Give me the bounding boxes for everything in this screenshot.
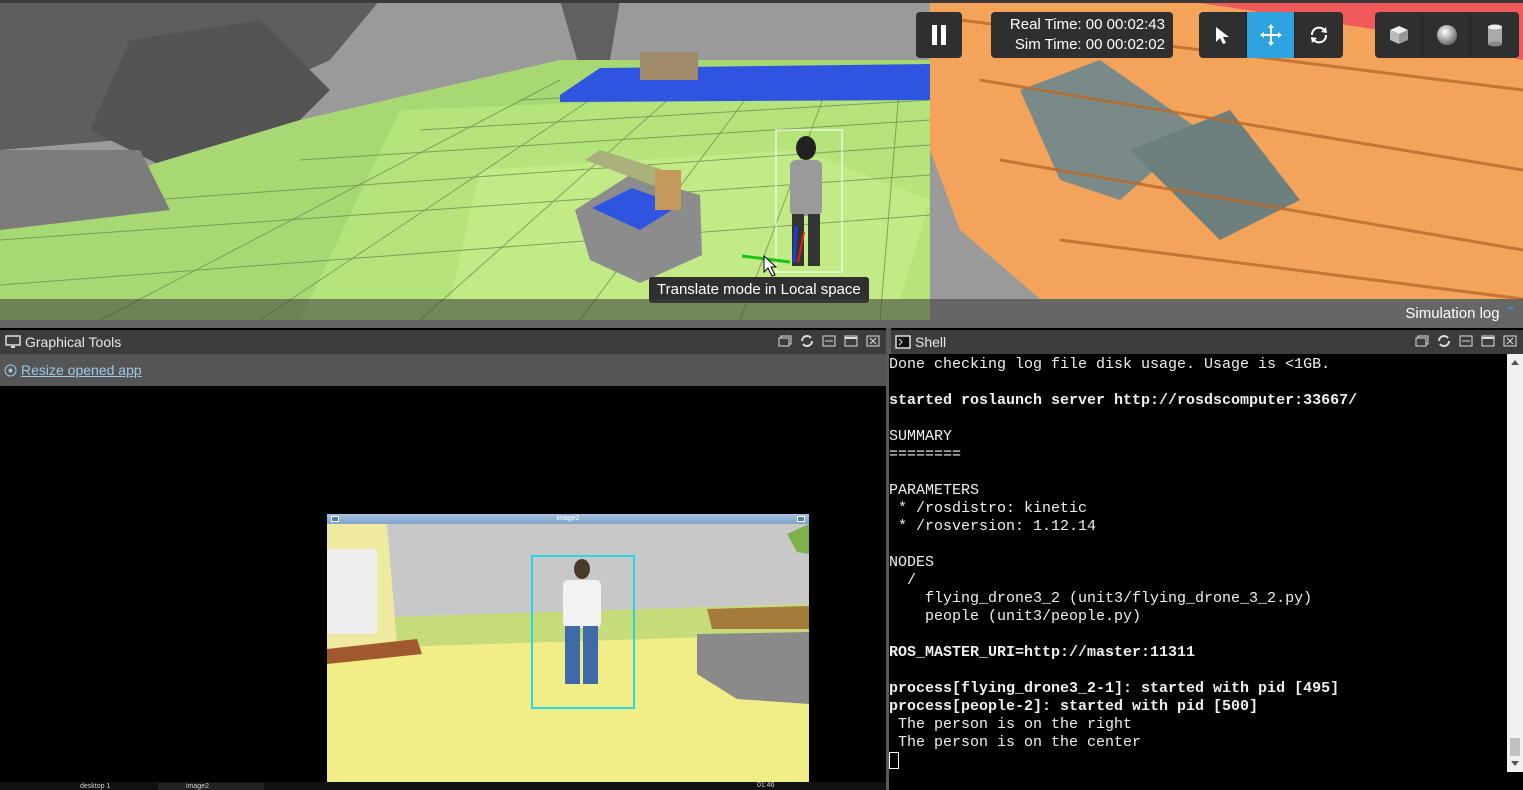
window-close-icon[interactable] bbox=[797, 516, 805, 522]
top-border bbox=[0, 0, 1523, 3]
simulation-log-toggle[interactable]: Simulation log ⌃ bbox=[1405, 303, 1517, 323]
rotate-icon bbox=[1311, 26, 1327, 44]
simulation-log-label: Simulation log bbox=[1405, 304, 1500, 322]
real-time-label: Real Time: 00 00:02:43 bbox=[1009, 16, 1165, 33]
vnc-taskbar bbox=[0, 782, 886, 790]
shell-title: Shell bbox=[915, 334, 947, 350]
shell-window-controls bbox=[1413, 333, 1519, 349]
refresh-icon[interactable] bbox=[798, 333, 816, 349]
taskbar-clock: 01:46 bbox=[757, 782, 775, 789]
camera-image bbox=[327, 524, 809, 782]
shell-line: process[flying_drone3_2-1]: started with… bbox=[889, 680, 1340, 697]
shell-header: Shell bbox=[891, 330, 1523, 354]
shell-line: PARAMETERS bbox=[889, 482, 980, 499]
select-icon bbox=[1215, 27, 1229, 44]
shell-line: ======== bbox=[889, 446, 962, 463]
maximize-icon[interactable] bbox=[842, 333, 860, 349]
taskbar-desktop[interactable]: desktop 1 bbox=[80, 783, 110, 790]
shape-toolbar bbox=[1375, 12, 1519, 58]
graphical-tools-title: Graphical Tools bbox=[25, 334, 122, 350]
graphical-tools-window-controls bbox=[776, 333, 882, 349]
cylinder-icon bbox=[1488, 24, 1502, 47]
box-icon bbox=[1389, 26, 1408, 44]
terminal-cursor bbox=[889, 752, 899, 769]
rotate-mode-button[interactable] bbox=[1295, 12, 1343, 58]
shell-footer bbox=[889, 772, 1523, 790]
pause-icon bbox=[932, 25, 937, 45]
shell-scrollbar[interactable] bbox=[1507, 354, 1523, 772]
monitor-icon bbox=[5, 335, 21, 348]
sphere-icon bbox=[1436, 25, 1457, 45]
image-viewer-titlebar: image2 bbox=[327, 514, 809, 524]
shell-output[interactable]: Done checking log file disk usage. Usage… bbox=[889, 354, 1507, 772]
shell-line: * /rosversion: 1.12.14 bbox=[889, 518, 1097, 535]
minimize-icon[interactable] bbox=[820, 333, 838, 349]
simulation-log-bar bbox=[0, 299, 1523, 328]
app-root: Real Time: 00 00:02:43 Sim Time: 00 00:0… bbox=[0, 0, 1523, 790]
shell-line: / bbox=[889, 572, 917, 589]
scroll-up-icon[interactable] bbox=[1511, 360, 1519, 365]
simulation-viewport[interactable]: Real Time: 00 00:02:43 Sim Time: 00 00:0… bbox=[0, 0, 1523, 328]
image-viewer-title: image2 bbox=[556, 515, 580, 522]
shell-line: SUMMARY bbox=[889, 428, 953, 445]
shell-line: * /rosdistro: kinetic bbox=[889, 500, 1088, 517]
scroll-down-icon[interactable] bbox=[1511, 761, 1519, 766]
pause-button[interactable] bbox=[916, 12, 962, 58]
image-viewer-window[interactable]: image2 bbox=[327, 514, 809, 782]
insert-sphere-button[interactable] bbox=[1423, 12, 1471, 58]
resize-app-label: Resize opened app bbox=[21, 362, 142, 378]
close-icon[interactable] bbox=[1501, 333, 1519, 349]
graphical-tools-header: Graphical Tools bbox=[0, 330, 886, 354]
time-display: Real Time: 00 00:02:43 Sim Time: 00 00:0… bbox=[991, 12, 1173, 58]
shell-line: flying_drone3_2 (unit3/flying_drone_3_2.… bbox=[889, 590, 1313, 607]
shell-line: The person is on the right bbox=[889, 716, 1133, 733]
shell-prompt[interactable] bbox=[889, 752, 1507, 772]
sim-time-label: Sim Time: 00 00:02:02 bbox=[1014, 36, 1165, 53]
manipulation-toolbar bbox=[1199, 12, 1343, 58]
restore-icon[interactable] bbox=[1413, 333, 1431, 349]
target-icon bbox=[4, 364, 17, 376]
shell-line: process[people-2]: started with pid [500… bbox=[889, 698, 1259, 715]
shell-line: people (unit3/people.py) bbox=[889, 608, 1142, 625]
restore-icon[interactable] bbox=[776, 333, 794, 349]
taskbar-image2[interactable]: image2 bbox=[158, 783, 264, 790]
insert-box-button[interactable] bbox=[1375, 12, 1423, 58]
maximize-icon[interactable] bbox=[1479, 333, 1497, 349]
shell-line: NODES bbox=[889, 554, 935, 571]
select-mode-button[interactable] bbox=[1199, 12, 1247, 58]
shell-line: started roslaunch server http://rosdscom… bbox=[889, 392, 1358, 409]
window-menu-icon[interactable] bbox=[331, 516, 339, 522]
shell-line: ROS_MASTER_URI=http://master:11311 bbox=[889, 644, 1196, 661]
chevron-up-icon: ⌃ bbox=[1503, 305, 1517, 322]
minimize-icon[interactable] bbox=[1457, 333, 1475, 349]
insert-cylinder-button[interactable] bbox=[1471, 12, 1519, 58]
shell-line: Done checking log file disk usage. Usage… bbox=[889, 356, 1331, 373]
refresh-icon[interactable] bbox=[1435, 333, 1453, 349]
resize-app-link[interactable]: Resize opened app bbox=[4, 362, 142, 378]
scroll-thumb[interactable] bbox=[1510, 738, 1520, 756]
translate-icon bbox=[1259, 24, 1282, 46]
terminal-icon bbox=[895, 335, 911, 349]
shell-line: The person is on the center bbox=[889, 734, 1142, 751]
close-icon[interactable] bbox=[864, 333, 882, 349]
translate-mode-button[interactable] bbox=[1247, 12, 1295, 58]
